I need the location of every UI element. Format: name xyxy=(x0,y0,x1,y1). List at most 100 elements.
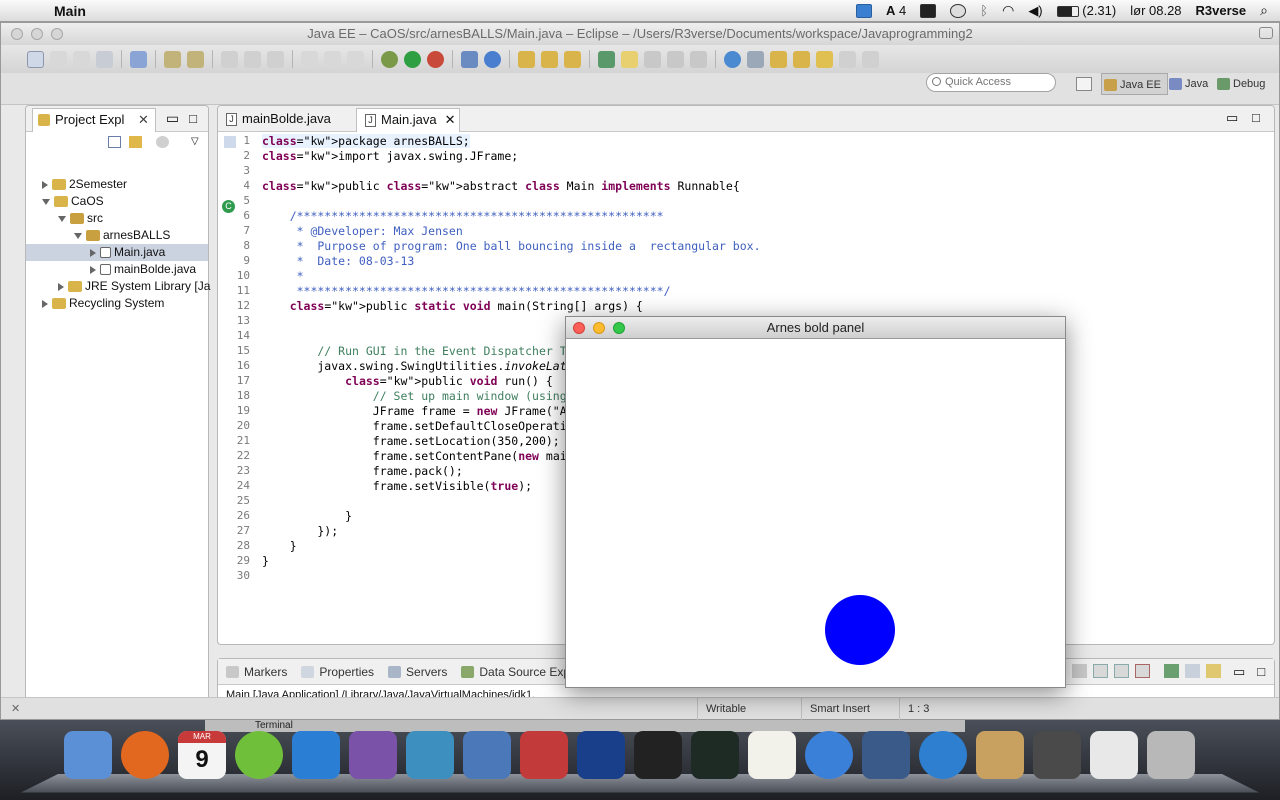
tab-servers[interactable]: Servers xyxy=(388,665,447,679)
dock-photoshop-icon[interactable] xyxy=(577,731,625,779)
collapsed-arrow-icon[interactable] xyxy=(90,248,96,257)
next-annotation-icon[interactable] xyxy=(770,50,787,68)
sync-icon[interactable] xyxy=(747,50,764,68)
code-line[interactable]: // Run GUI in the Event Dispatcher T xyxy=(262,344,566,358)
word-wrap-icon[interactable] xyxy=(1093,664,1108,678)
spotlight-icon[interactable]: ⌕ xyxy=(1260,2,1268,19)
code-line[interactable]: /***************************************… xyxy=(262,209,664,223)
collapsed-arrow-icon[interactable] xyxy=(42,299,48,308)
close-tab-icon[interactable]: ✕ xyxy=(445,112,456,127)
java-zoom-button[interactable] xyxy=(613,322,625,334)
dock-finder-icon[interactable] xyxy=(64,731,112,779)
block-selection-icon[interactable] xyxy=(644,50,661,68)
remove-launch-icon[interactable] xyxy=(1135,664,1150,678)
run-icon[interactable] xyxy=(404,50,421,68)
debug-icon[interactable] xyxy=(381,50,398,68)
code-line[interactable]: class="kw">package arnesBALLS; xyxy=(262,134,470,148)
code-line[interactable]: * xyxy=(262,269,304,283)
fast-view-icon[interactable]: ✕ xyxy=(11,702,20,715)
save-all-icon[interactable] xyxy=(73,50,90,68)
tree-item[interactable]: mainBolde.java xyxy=(26,261,208,278)
close-window-button[interactable] xyxy=(11,28,23,40)
tab-project-explorer[interactable]: Project Expl ✕ xyxy=(32,107,156,132)
toolbar-toggle-button[interactable] xyxy=(1259,27,1273,39)
new-class-icon[interactable] xyxy=(484,50,501,68)
minimize-view-icon[interactable]: ▭ xyxy=(166,110,179,127)
dock-preview-icon[interactable] xyxy=(976,731,1024,779)
dock-screen-sharing-icon[interactable] xyxy=(1033,731,1081,779)
step-icon[interactable] xyxy=(267,50,284,68)
open-console-icon[interactable] xyxy=(1164,664,1179,678)
tree-item[interactable]: 2Semester xyxy=(26,176,208,193)
code-line[interactable]: * Date: 08-03-13 xyxy=(262,254,415,268)
tab-main[interactable]: J Main.java ✕ xyxy=(356,108,460,132)
resume-icon[interactable] xyxy=(301,50,318,68)
code-line[interactable]: class="kw">public void run() { xyxy=(262,374,553,388)
run-tools-icon[interactable] xyxy=(427,50,444,68)
pin-icon[interactable] xyxy=(862,50,879,68)
dock-firefox-icon[interactable] xyxy=(121,731,169,779)
tab-properties[interactable]: Properties xyxy=(301,665,374,679)
new-server-icon[interactable] xyxy=(461,50,478,68)
highlight-icon[interactable] xyxy=(621,50,638,68)
new-console-icon[interactable] xyxy=(1206,664,1221,678)
dock-textedit-icon[interactable] xyxy=(748,731,796,779)
expanded-arrow-icon[interactable] xyxy=(74,232,82,239)
tree-item[interactable]: arnesBALLS xyxy=(26,227,208,244)
dock-xcode-icon[interactable] xyxy=(463,731,511,779)
maximize-view-icon[interactable]: □ xyxy=(189,111,197,126)
quick-access-input[interactable]: Quick Access xyxy=(926,73,1056,92)
dock-trash-icon[interactable] xyxy=(1147,731,1195,779)
code-line[interactable]: javax.swing.SwingUtilities.invokeLat xyxy=(262,359,566,373)
dock-virtualbox-icon[interactable] xyxy=(862,731,910,779)
tab-markers[interactable]: Markers xyxy=(226,665,287,679)
display-console-icon[interactable] xyxy=(1185,664,1200,678)
code-line[interactable]: frame.pack(); xyxy=(262,464,463,478)
tree-item[interactable]: CaOS xyxy=(26,193,208,210)
skip-breakpoints-icon[interactable] xyxy=(130,50,147,68)
collapsed-arrow-icon[interactable] xyxy=(58,282,64,291)
paragraph-icon[interactable] xyxy=(690,50,707,68)
implements-marker-icon[interactable]: C xyxy=(222,200,235,213)
show-whitespace-icon[interactable] xyxy=(667,50,684,68)
perspective-java[interactable]: Java xyxy=(1167,73,1208,95)
notifications-icon[interactable]: A 4 xyxy=(886,3,906,18)
terminal-menu-icon[interactable] xyxy=(920,3,937,18)
tree-item[interactable]: JRE System Library [Ja xyxy=(26,278,210,295)
tab-data-source-explorer[interactable]: Data Source Exp xyxy=(461,665,570,679)
code-line[interactable]: frame.setLocation(350,200); xyxy=(262,434,560,448)
suspend-icon[interactable] xyxy=(324,50,341,68)
bluetooth-icon[interactable]: ᛒ xyxy=(980,3,988,18)
time-machine-icon[interactable] xyxy=(950,3,967,18)
dock-activity-monitor-icon[interactable] xyxy=(691,731,739,779)
mark-occurrences-icon[interactable] xyxy=(598,50,615,68)
save-icon[interactable] xyxy=(50,50,67,68)
code-line[interactable]: ****************************************… xyxy=(262,284,671,298)
expanded-arrow-icon[interactable] xyxy=(42,198,50,205)
code-line[interactable]: class="kw">public class="kw">abstract cl… xyxy=(262,179,740,193)
java-close-button[interactable] xyxy=(573,322,585,334)
redo-icon[interactable] xyxy=(244,50,261,68)
minimize-panel-icon[interactable]: ▭ xyxy=(1233,664,1245,680)
collapsed-arrow-icon[interactable] xyxy=(42,180,48,189)
volume-icon[interactable]: ◀) xyxy=(1028,3,1042,19)
link-with-editor-icon[interactable] xyxy=(129,136,142,148)
user-menu[interactable]: R3verse xyxy=(1196,3,1247,18)
close-tab-icon[interactable]: ✕ xyxy=(138,112,149,127)
dropbox-icon[interactable] xyxy=(856,3,873,18)
java-minimize-button[interactable] xyxy=(593,322,605,334)
pin-console-icon[interactable] xyxy=(1114,664,1129,678)
code-line[interactable]: // Set up main window (using xyxy=(262,389,567,403)
tree-item[interactable]: Recycling System xyxy=(26,295,208,312)
view-menu-icon[interactable]: ▽ xyxy=(191,136,199,148)
maximize-panel-icon[interactable]: □ xyxy=(1257,664,1265,680)
scroll-lock-icon[interactable] xyxy=(1072,664,1087,678)
dock-app-icon[interactable] xyxy=(520,731,568,779)
dock-spotify-icon[interactable] xyxy=(235,731,283,779)
code-line[interactable]: * @Developer: Max Jensen xyxy=(262,224,463,238)
minimize-editor-icon[interactable]: ▭ xyxy=(1226,110,1238,126)
prev-annotation-icon[interactable] xyxy=(793,50,810,68)
dock-terminal-icon[interactable] xyxy=(634,731,682,779)
new-icon[interactable] xyxy=(27,50,44,68)
search-icon[interactable] xyxy=(564,50,581,68)
